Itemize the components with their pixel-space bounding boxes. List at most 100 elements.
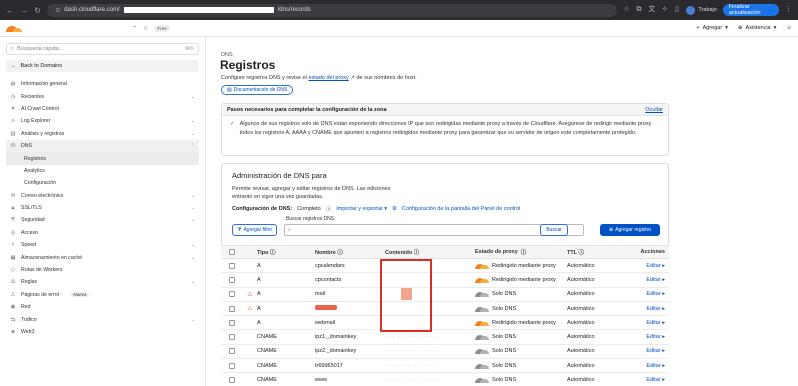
header-content[interactable]: Contenido ⓘ: [385, 248, 475, 256]
sidebar-item-web3[interactable]: ◈ Web3: [6, 326, 199, 338]
header-proxy[interactable]: Estado de proxy ⓘ: [475, 248, 567, 256]
add-label: Agregar: [702, 25, 723, 31]
edit-link[interactable]: Editar ▸: [633, 306, 669, 312]
more-vert-icon[interactable]: ⋮: [785, 6, 792, 14]
import-export-dropdown[interactable]: Importar y exportar ▾: [336, 206, 387, 212]
dashboard-display-settings-link[interactable]: Configuración de la pantalla del Panel d…: [402, 206, 520, 212]
header-type[interactable]: Tipo ⓘ: [257, 248, 315, 256]
sidebar-item-ai-crawl-control[interactable]: ✦ AI Crawl Control: [6, 103, 199, 115]
select-all-checkbox[interactable]: [229, 249, 235, 255]
bookmark-star-icon[interactable]: ☆: [623, 6, 630, 14]
table-row: CNAME ipz2._domainkey · ·· · ··· · · · ·· …: [221, 345, 669, 360]
back-to-domains-button[interactable]: ← Back to Domains: [6, 60, 199, 72]
row-checkbox[interactable]: [229, 319, 235, 326]
record-name: ipz1._domainkey: [315, 334, 357, 341]
record-ttl: Automático: [567, 262, 595, 269]
zone-switcher-chevron-icon[interactable]: ⌃: [132, 25, 137, 32]
edit-link[interactable]: Editar ▸: [633, 277, 669, 283]
record-type: A: [257, 291, 261, 298]
sidebar-item-label: Páginas de error: [21, 291, 60, 298]
row-checkbox[interactable]: [229, 334, 235, 341]
dns-docs-button[interactable]: ▤ Documentación de DNS: [221, 85, 294, 95]
edit-link[interactable]: Editar ▸: [633, 263, 669, 269]
plus-icon: +: [696, 25, 700, 31]
sidebar-subitem-analytics[interactable]: Analytics: [6, 165, 199, 177]
sidebar-search-input[interactable]: ⌕ Búsqueda rápida... ⌘K: [6, 43, 199, 55]
record-content: · ·· · ··· · · · ·· ·: [385, 334, 439, 341]
profile-label: Trabajo: [698, 7, 717, 13]
record-type: A: [257, 319, 261, 326]
avatar: [686, 5, 696, 15]
chevron-down-icon: ⌄: [190, 316, 195, 323]
sidebar-item-label: Información general: [21, 81, 67, 88]
header-ttl[interactable]: TTL ⓘ: [567, 248, 633, 256]
edit-link[interactable]: Editar ▸: [633, 363, 669, 369]
hide-notice-link[interactable]: Ocultar: [645, 107, 663, 113]
sidebar-item-páginas-de-error[interactable]: ⚠︎ Páginas de error Nuevo: [6, 289, 199, 301]
sidebar-subitem-registros[interactable]: Registros: [6, 152, 199, 165]
reload-icon[interactable]: ↻: [34, 6, 41, 15]
record-ttl: Automático: [567, 291, 595, 298]
add-button[interactable]: + Agregar ▾: [696, 25, 728, 31]
record-type: A: [257, 305, 261, 312]
edit-link[interactable]: Editar ▸: [633, 320, 669, 326]
sidebar-item-seguridad[interactable]: ⛨ Seguridad ⌄: [6, 214, 199, 226]
row-checkbox[interactable]: [229, 377, 235, 384]
mail-icon: ✉: [10, 192, 16, 199]
records-search-input[interactable]: ⌕: [284, 224, 584, 236]
sidebar-item-acceso[interactable]: ◎ Acceso: [6, 227, 199, 239]
sidebar-item-almacenamiento-en-caché[interactable]: ▦ Almacenamiento en caché ⌄: [6, 251, 199, 263]
row-checkbox[interactable]: [229, 348, 235, 355]
proxy-status: Redirigido mediante proxy: [475, 263, 567, 269]
add-filter-button[interactable]: ⧩ Agregar filtro: [232, 224, 278, 236]
sidebar-item-correo-electrónico[interactable]: ✉ Correo electrónico ⌄: [6, 190, 199, 202]
row-checkbox[interactable]: [229, 291, 235, 298]
puzzle-icon[interactable]: ✧: [661, 6, 668, 14]
translate-icon[interactable]: 文: [648, 6, 655, 14]
search-button[interactable]: Buscar: [540, 224, 568, 236]
sidebar-item-red[interactable]: ◉ Red: [6, 301, 199, 313]
site-info-icon[interactable]: ⊙: [55, 7, 60, 14]
chevron-down-icon: ⌄: [190, 242, 195, 249]
add-record-button[interactable]: ⊕ Agregar registro: [600, 224, 660, 236]
sidebar-item-dns[interactable]: ⛁ DNS ⌃: [6, 139, 199, 153]
row-checkbox[interactable]: [229, 276, 235, 283]
row-checkbox[interactable]: [229, 262, 235, 269]
row-checkbox[interactable]: [229, 362, 235, 369]
sidebar-item-log-explorer[interactable]: ≡ Log Explorer ⌄: [6, 115, 199, 127]
star-icon[interactable]: ☆: [143, 25, 148, 32]
chevron-right-icon: ▸: [662, 319, 665, 326]
search-icon: ⌕: [288, 227, 291, 233]
proxy-status-link[interactable]: estado del proxy: [308, 75, 348, 81]
sidebar-item-reglas[interactable]: ⚖︎ Reglas ⌄: [6, 276, 199, 288]
table-row: ⚠ Amail Solo DNS Automático Editar ▸: [221, 288, 669, 302]
user-menu-icon[interactable]: ☺: [786, 25, 792, 31]
address-bar[interactable]: ⊙ dash.cloudflare.com/ /dns/records: [47, 3, 618, 17]
sidebar-item-análisis-y-registros[interactable]: ▥ Análisis y registros ⌄: [6, 128, 199, 140]
sidebar-subitem-configuración[interactable]: Configuración: [6, 177, 199, 189]
sidebar-item-tráfico[interactable]: ⇆ Tráfico ⌄: [6, 313, 199, 325]
redaction-mark: [401, 288, 412, 300]
edit-link[interactable]: Editar ▸: [633, 291, 669, 297]
sidepanel-icon[interactable]: ▯: [674, 6, 681, 14]
support-label: Asistencia: [745, 25, 771, 31]
back-arrow-icon[interactable]: ←: [6, 6, 14, 15]
profile-chip[interactable]: Trabajo: [686, 5, 717, 15]
support-button[interactable]: ⊕ Asistencia ▾: [738, 25, 776, 31]
extension-icon[interactable]: ⧉: [636, 6, 643, 14]
sidebar-item-información-general[interactable]: ▤ Información general: [6, 78, 199, 90]
edit-link[interactable]: Editar ▸: [633, 348, 669, 354]
row-checkbox[interactable]: [229, 305, 235, 312]
sidebar-item-recientes[interactable]: ◷ Recientes ⌄: [6, 90, 199, 102]
edit-link[interactable]: Editar ▸: [633, 377, 669, 383]
header-name[interactable]: Nombre ⓘ: [315, 248, 385, 256]
chevron-right-icon: ▸: [662, 348, 665, 355]
sidebar-item-ssl-tls[interactable]: 🔒︎ SSL/TLS ⌄: [6, 202, 199, 214]
edit-link[interactable]: Editar ▸: [633, 334, 669, 340]
forward-arrow-icon[interactable]: →: [20, 6, 28, 15]
cloudflare-logo[interactable]: [6, 24, 22, 32]
subtitle-text-end: de sus nombres de host.: [356, 75, 417, 81]
sidebar-item-speed[interactable]: ⚡︎ Speed ⌄: [6, 239, 199, 251]
update-button[interactable]: Finalizar actualización: [722, 4, 779, 16]
sidebar-item-rutas-de-workers[interactable]: ◇ Rutas de Workers: [6, 264, 199, 276]
